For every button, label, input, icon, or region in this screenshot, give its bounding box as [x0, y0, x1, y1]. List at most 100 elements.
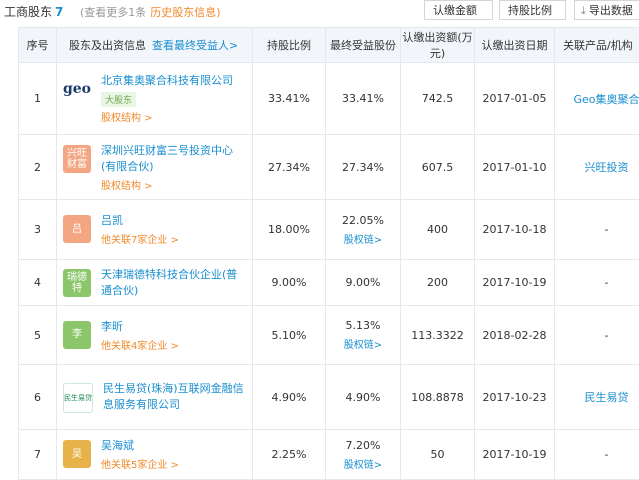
- holder-cell: 吴吴海斌他关联5家企业 >: [57, 430, 253, 480]
- export-label: 导出数据: [589, 4, 633, 17]
- holder-name-link[interactable]: 吴海斌: [101, 438, 179, 454]
- sort-ratio-button[interactable]: 持股比例▼: [499, 0, 566, 20]
- date-cell: 2018-02-28: [475, 306, 555, 365]
- table-row: 7吴吴海斌他关联5家企业 >2.25%7.20%股权链>502017-10-19…: [19, 430, 639, 480]
- table-row: 5李李昕他关联4家企业 >5.10%5.13%股权链>113.33222018-…: [19, 306, 639, 365]
- sort-capital-button[interactable]: 认缴金额▼: [424, 0, 493, 20]
- related-product-cell: -: [555, 260, 639, 306]
- col-related-header: 关联产品/机构: [555, 28, 639, 63]
- holder-logo: geo: [63, 75, 91, 103]
- view-ubo-link[interactable]: 查看最终受益人>: [152, 39, 238, 52]
- date-cell: 2017-10-23: [475, 365, 555, 430]
- related-product-cell[interactable]: 兴旺投资: [555, 135, 639, 200]
- capital-cell: 108.8878: [401, 365, 475, 430]
- holder-cell: 瑞德特天津瑞德特科技合伙企业(普通合伙): [57, 260, 253, 306]
- capital-cell: 200: [401, 260, 475, 306]
- row-index: 7: [19, 430, 57, 480]
- holder-sub-link[interactable]: 他关联4家企业 >: [101, 337, 179, 352]
- holder-logo: 吕: [63, 215, 91, 243]
- more-note: (查看更多1条历史股东信息): [80, 4, 221, 20]
- final-share-value: 7.20%: [326, 439, 400, 452]
- related-product-cell: -: [555, 200, 639, 260]
- holder-name-link[interactable]: 民生易贷(珠海)互联网金融信息服务有限公司: [103, 381, 248, 413]
- holder-name-link[interactable]: 北京集奥聚合科技有限公司: [101, 73, 233, 89]
- holder-name-link[interactable]: 李昕: [101, 319, 179, 335]
- table-row: 1geo北京集奥聚合科技有限公司大股东股权结构 >33.41%33.41%742…: [19, 63, 639, 135]
- final-share-value: 22.05%: [326, 214, 400, 227]
- final-share-cell: 9.00%: [326, 260, 401, 306]
- more-note-text: (查看更多1条: [80, 6, 146, 19]
- holder-name-link[interactable]: 天津瑞德特科技合伙企业(普通合伙): [101, 267, 248, 299]
- col-date-header: 认缴出资日期: [475, 28, 555, 63]
- holder-sub-link[interactable]: 他关联7家企业 >: [101, 231, 179, 246]
- equity-chain-link[interactable]: 股权链>: [326, 231, 400, 246]
- holder-cell: 吕吕凯他关联7家企业 >: [57, 200, 253, 260]
- holder-text: 李昕他关联4家企业 >: [101, 319, 179, 352]
- capital-cell: 50: [401, 430, 475, 480]
- capital-cell: 742.5: [401, 63, 475, 135]
- holder-info: 吕吕凯他关联7家企业 >: [57, 207, 252, 252]
- ratio-cell: 4.90%: [253, 365, 326, 430]
- holder-cell: 李 李昕他关联4家企业 >: [57, 306, 253, 365]
- date-cell: 2017-10-18: [475, 200, 555, 260]
- date-cell: 2017-01-05: [475, 63, 555, 135]
- holder-text: 吴海斌他关联5家企业 >: [101, 438, 179, 471]
- ratio-cell: 33.41%: [253, 63, 326, 135]
- date-cell: 2017-10-19: [475, 260, 555, 306]
- row-index: 6: [19, 365, 57, 430]
- holder-cell: 兴旺财富深圳兴旺财富三号投资中心(有限合伙)股权结构 >: [57, 135, 253, 200]
- final-share-value: 9.00%: [326, 276, 400, 289]
- related-product-cell[interactable]: 民生易贷: [555, 365, 639, 430]
- equity-chain-link[interactable]: 股权链>: [326, 336, 400, 351]
- section-header: 工商股东7 (查看更多1条历史股东信息) 认缴金额▼ 持股比例▼ ⤓导出数据: [0, 0, 639, 24]
- holder-text: 天津瑞德特科技合伙企业(普通合伙): [101, 267, 248, 299]
- holder-logo: 民生易贷: [63, 383, 93, 413]
- holder-name-link[interactable]: 深圳兴旺财富三号投资中心(有限合伙): [101, 143, 248, 175]
- section-title: 工商股东7: [4, 3, 63, 20]
- ratio-cell: 2.25%: [253, 430, 326, 480]
- capital-cell: 607.5: [401, 135, 475, 200]
- table-header-row: 序号 股东及出资信息查看最终受益人> 持股比例 最终受益股份 认缴出资额(万元)…: [19, 28, 639, 63]
- holder-cell: 民生易贷民生易贷(珠海)互联网金融信息服务有限公司: [57, 365, 253, 430]
- final-share-value: 5.13%: [326, 319, 400, 332]
- final-share-value: 27.34%: [326, 161, 400, 174]
- holder-sub-link[interactable]: 股权结构 >: [101, 177, 248, 192]
- holder-logo: 瑞德特: [63, 269, 91, 297]
- related-product-cell[interactable]: Geo集奥聚合: [555, 63, 639, 135]
- related-product-cell: -: [555, 306, 639, 365]
- col-ratio-header: 持股比例: [253, 28, 326, 63]
- final-share-value: 4.90%: [326, 391, 400, 404]
- holder-sub-link[interactable]: 股权结构 >: [101, 109, 233, 124]
- section-title-text: 工商股东: [4, 5, 52, 19]
- holder-info: geo北京集奥聚合科技有限公司大股东股权结构 >: [57, 67, 252, 130]
- row-index: 3: [19, 200, 57, 260]
- col-capital-header: 认缴出资额(万元): [401, 28, 475, 63]
- export-button[interactable]: ⤓导出数据: [574, 0, 639, 20]
- shareholder-count: 7: [55, 5, 63, 19]
- capital-cell: 113.3322: [401, 306, 475, 365]
- final-share-cell: 4.90%: [326, 365, 401, 430]
- final-share-cell: 5.13% 股权链>: [326, 306, 401, 365]
- row-index: 4: [19, 260, 57, 306]
- table-row: 6民生易贷民生易贷(珠海)互联网金融信息服务有限公司4.90%4.90%108.…: [19, 365, 639, 430]
- holder-text: 吕凯他关联7家企业 >: [101, 213, 179, 246]
- holder-name-link[interactable]: 吕凯: [101, 213, 179, 229]
- logo-text: 李: [72, 329, 82, 340]
- holder-info: 瑞德特天津瑞德特科技合伙企业(普通合伙): [57, 261, 252, 305]
- holder-logo: 吴: [63, 440, 91, 468]
- table-row: 2兴旺财富深圳兴旺财富三号投资中心(有限合伙)股权结构 >27.34%27.34…: [19, 135, 639, 200]
- row-index: 5: [19, 306, 57, 365]
- capital-cell: 400: [401, 200, 475, 260]
- final-share-cell: 27.34%: [326, 135, 401, 200]
- logo-text: 瑞德特: [63, 272, 91, 294]
- col-holder-label: 股东及出资信息: [69, 39, 146, 52]
- download-icon: ⤓: [581, 4, 586, 17]
- col-final-header: 最终受益股份: [326, 28, 401, 63]
- holder-logo: 李: [63, 321, 91, 349]
- holder-info: 民生易贷民生易贷(珠海)互联网金融信息服务有限公司: [57, 375, 252, 419]
- holder-sub-link[interactable]: 他关联5家企业 >: [101, 456, 179, 471]
- shareholder-table: 序号 股东及出资信息查看最终受益人> 持股比例 最终受益股份 认缴出资额(万元)…: [18, 27, 639, 480]
- equity-chain-link[interactable]: 股权链>: [326, 456, 400, 471]
- history-shareholders-link[interactable]: 历史股东信息): [150, 6, 220, 19]
- row-index: 2: [19, 135, 57, 200]
